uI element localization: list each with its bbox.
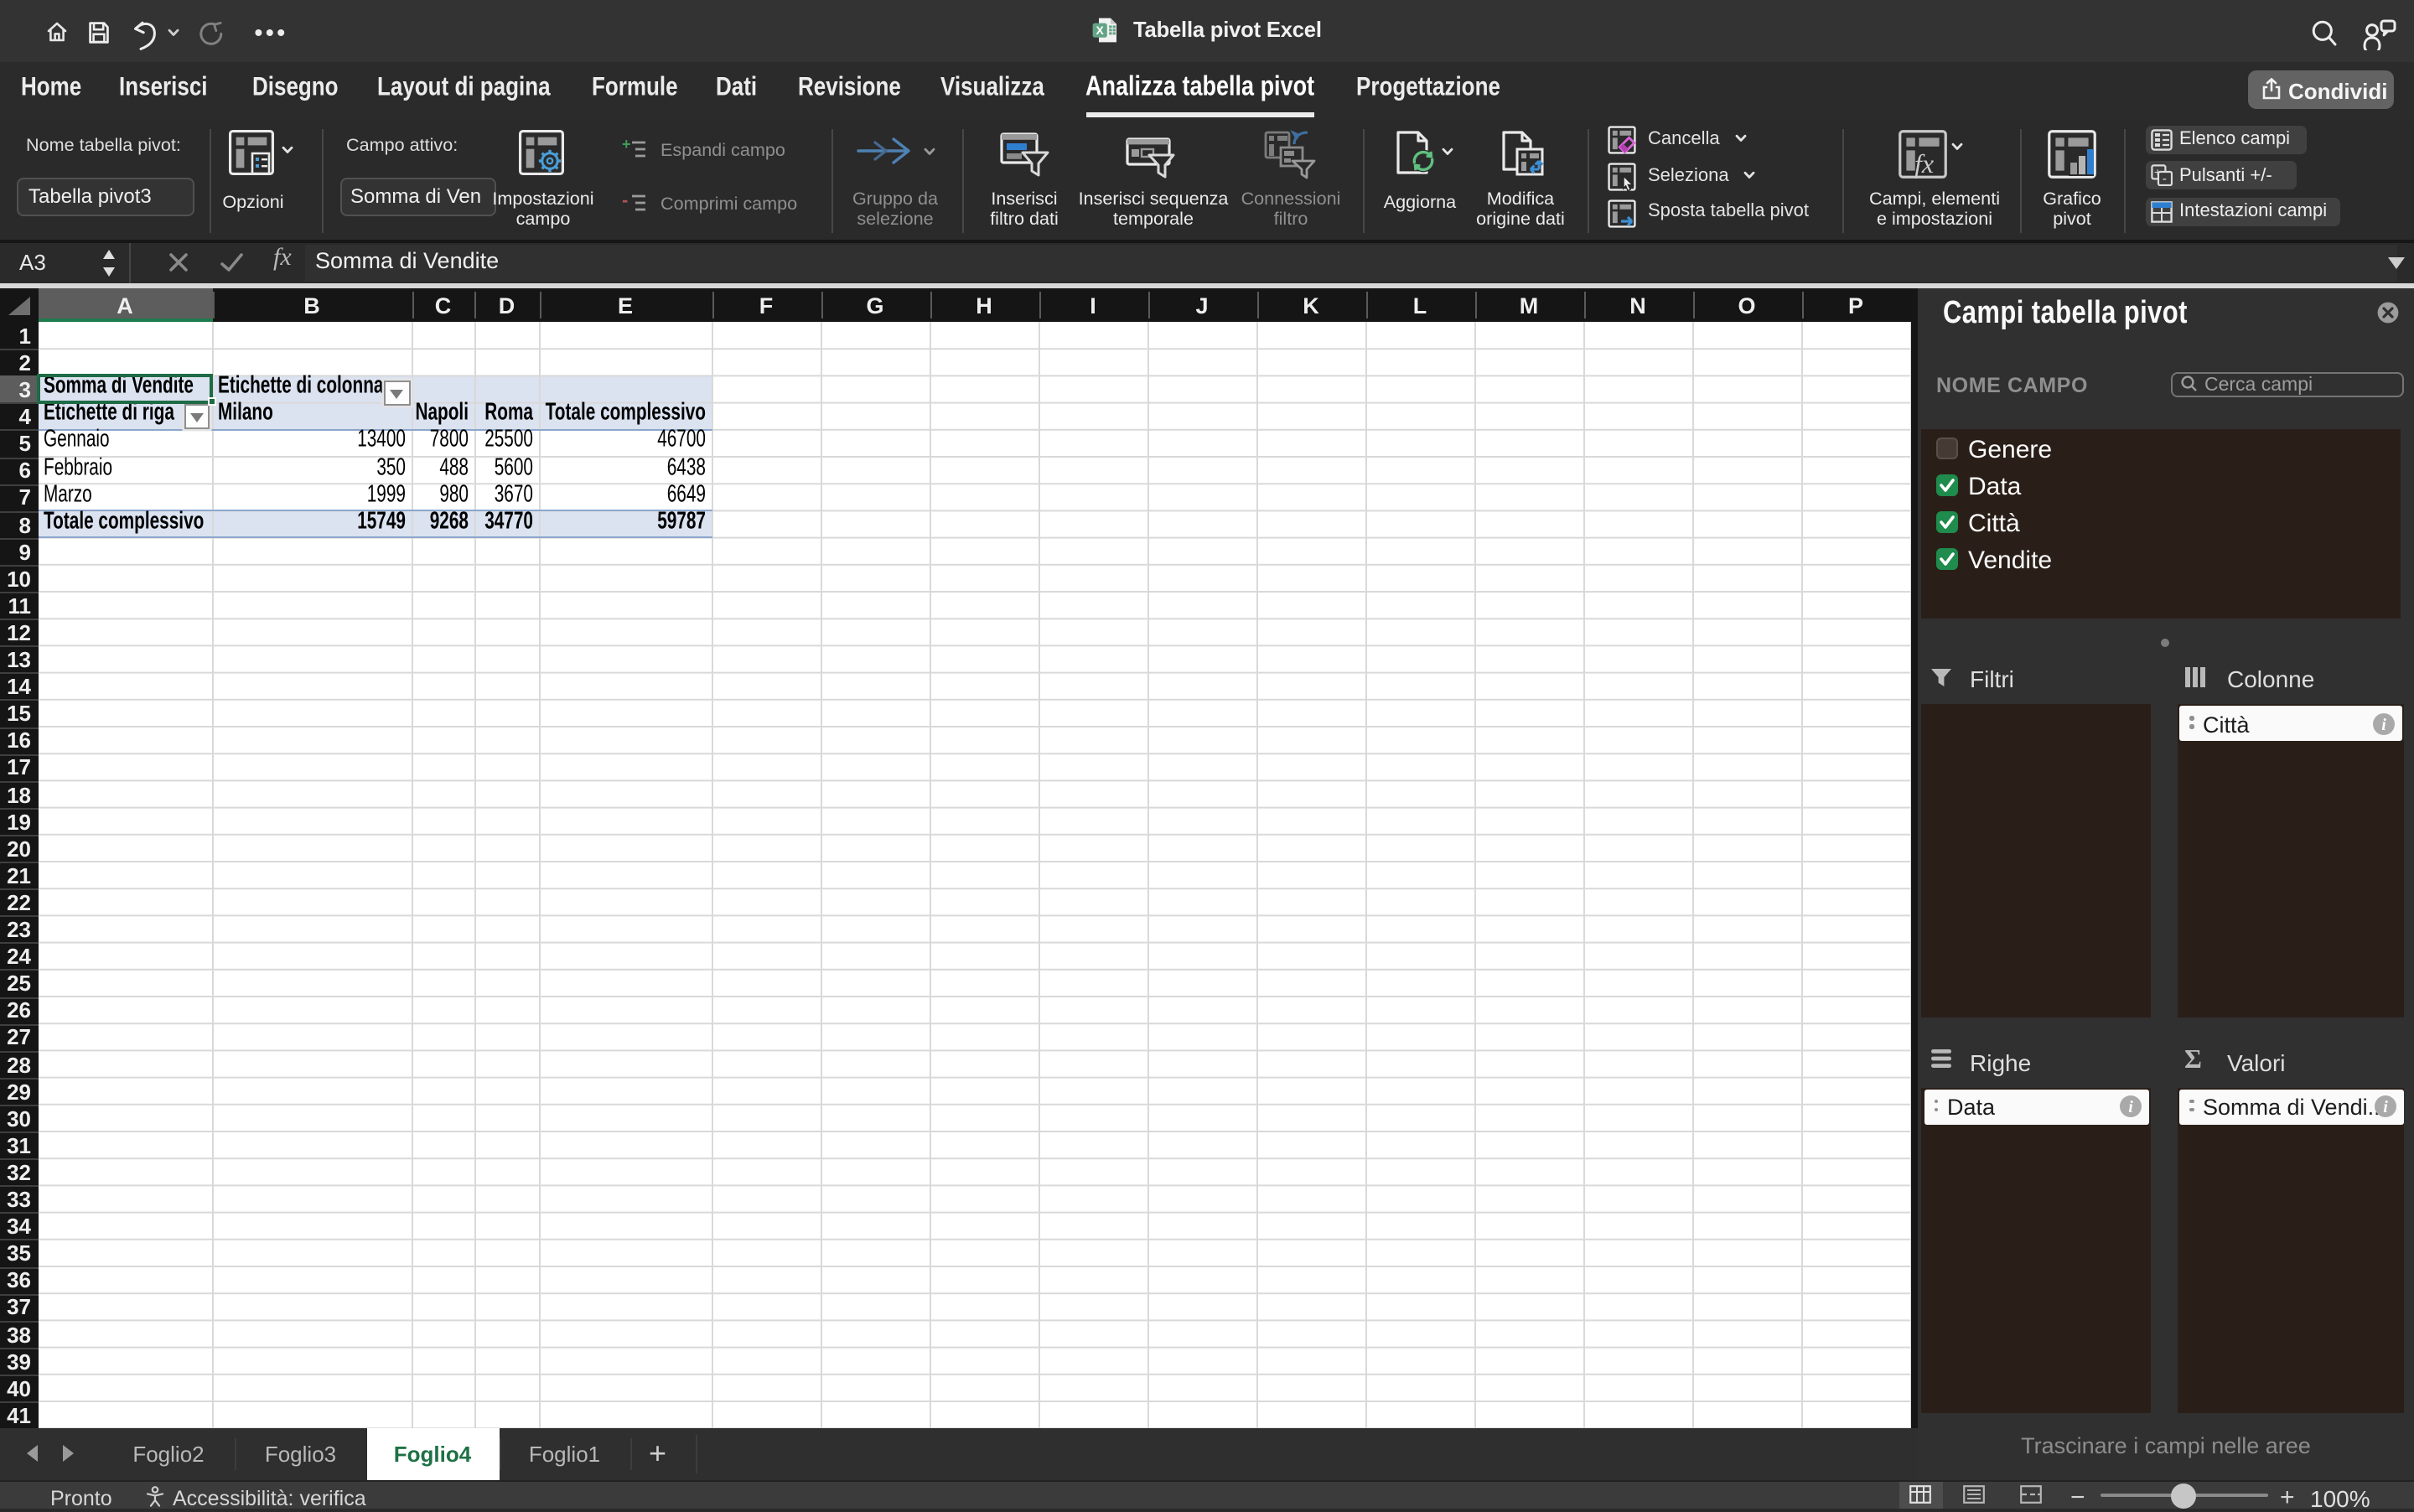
svg-text:-: - xyxy=(2162,172,2166,186)
svg-text:i: i xyxy=(2383,1098,2388,1116)
svg-text:i: i xyxy=(2380,715,2386,733)
svg-text:-: - xyxy=(622,193,628,210)
svg-text:i: i xyxy=(2127,1098,2132,1116)
svg-text:fx: fx xyxy=(1914,148,1934,179)
svg-text:+: + xyxy=(622,139,631,153)
svg-text:X: X xyxy=(1096,23,1105,37)
